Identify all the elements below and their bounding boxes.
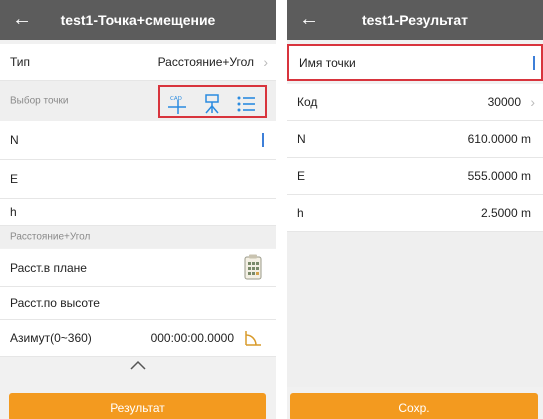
survey-point-icon[interactable] bbox=[202, 94, 222, 114]
svg-text:CAD: CAD bbox=[170, 96, 182, 102]
h-row: h 2.5000 m bbox=[287, 195, 543, 232]
code-row[interactable]: Код 30000 › bbox=[287, 84, 543, 121]
page-title: test1-Точка+смещение bbox=[60, 12, 216, 28]
type-label: Тип bbox=[10, 55, 31, 69]
result-button[interactable]: Результат bbox=[9, 393, 266, 419]
azimuth-label: Азимут(0~360) bbox=[10, 331, 92, 345]
e-value: 555.0000 m bbox=[467, 169, 531, 183]
azimuth-row[interactable]: Азимут(0~360) 000:00:00.0000 bbox=[0, 320, 276, 357]
empty-area bbox=[287, 232, 543, 387]
list-icon[interactable] bbox=[236, 94, 256, 114]
vertical-distance-row[interactable]: Расст.по высоте bbox=[0, 287, 276, 320]
offset-section: Расстояние+Угол bbox=[0, 226, 276, 248]
result-screen: ← test1-Результат Имя точки Код 30000 › … bbox=[287, 0, 543, 419]
horizontal-distance-label: Расст.в плане bbox=[10, 260, 87, 275]
h-field-row[interactable]: h bbox=[0, 199, 276, 226]
n-row: N 610.0000 m bbox=[287, 121, 543, 158]
save-button[interactable]: Сохр. bbox=[290, 393, 538, 419]
e-label: E bbox=[10, 172, 19, 186]
point-section-label: Выбор точки bbox=[10, 95, 69, 107]
e-row: E 555.0000 m bbox=[287, 158, 543, 195]
code-value: 30000 bbox=[487, 95, 521, 109]
azimuth-value: 000:00:00.0000 bbox=[150, 331, 234, 345]
n-field-row[interactable]: N bbox=[0, 121, 276, 160]
n-value: 610.0000 m bbox=[467, 132, 531, 146]
type-value: Расстояние+Угол bbox=[157, 55, 254, 69]
chevron-up-icon[interactable] bbox=[130, 360, 146, 370]
code-label: Код bbox=[297, 95, 318, 109]
e-field-row[interactable]: E bbox=[0, 160, 276, 199]
point-name-field[interactable]: Имя точки bbox=[287, 44, 543, 81]
calculator-icon[interactable] bbox=[244, 254, 262, 280]
chevron-right-icon: › bbox=[263, 54, 268, 70]
page-title: test1-Результат bbox=[361, 12, 469, 28]
offset-point-screen: ← test1-Точка+смещение Тип Расстояние+Уг… bbox=[0, 0, 276, 419]
text-cursor bbox=[262, 133, 264, 147]
angle-icon[interactable] bbox=[244, 330, 262, 346]
type-row[interactable]: Тип Расстояние+Угол › bbox=[0, 44, 276, 81]
vertical-distance-label: Расст.по высоте bbox=[10, 296, 100, 310]
chevron-right-icon: › bbox=[530, 94, 535, 110]
top-bar: ← test1-Точка+смещение bbox=[0, 0, 276, 40]
n-label: N bbox=[297, 132, 306, 146]
top-bar: ← test1-Результат bbox=[287, 0, 543, 40]
offset-section-label: Расстояние+Угол bbox=[10, 231, 91, 243]
point-name-label: Имя точки bbox=[299, 55, 356, 70]
n-label: N bbox=[10, 133, 19, 147]
horizontal-distance-row[interactable]: Расст.в плане bbox=[0, 249, 276, 287]
h-label: h bbox=[297, 206, 304, 220]
h-label: h bbox=[10, 205, 17, 219]
e-label: E bbox=[297, 169, 306, 183]
text-cursor bbox=[533, 55, 535, 70]
cad-pick-icon[interactable]: CAD bbox=[166, 94, 188, 114]
point-tools-highlight: CAD bbox=[158, 85, 267, 118]
h-value: 2.5000 m bbox=[480, 206, 531, 220]
